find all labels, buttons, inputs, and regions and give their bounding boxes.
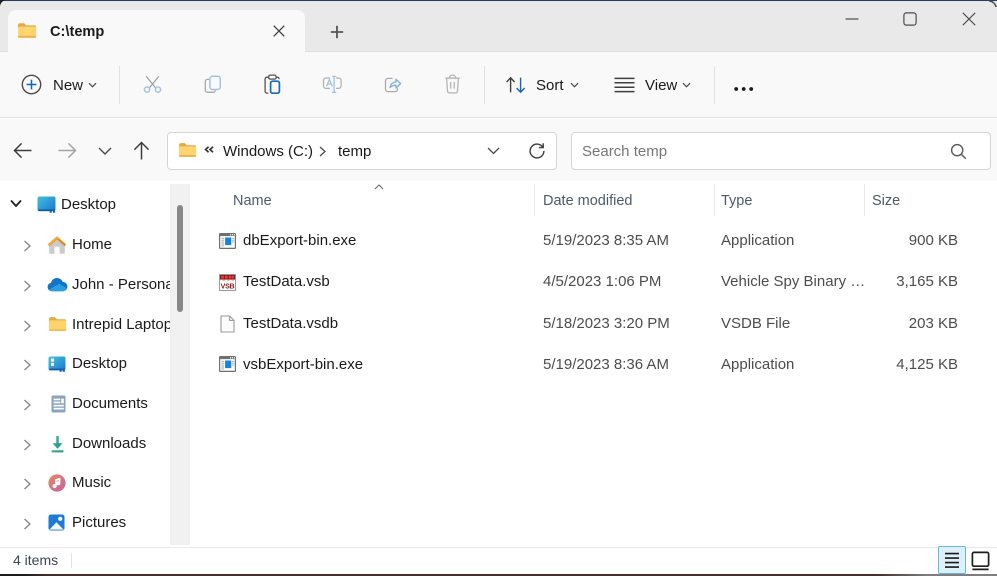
svg-text:VSB: VSB <box>221 283 235 290</box>
